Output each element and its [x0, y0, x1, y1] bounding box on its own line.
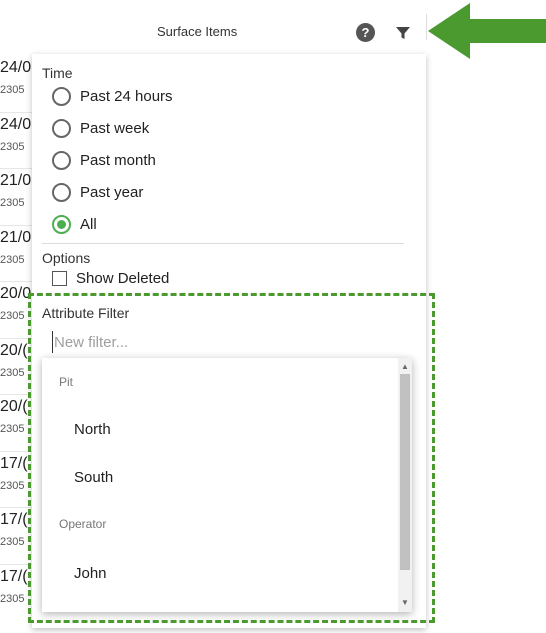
- radio-all[interactable]: All: [52, 212, 97, 236]
- attribute-filter-label: Attribute Filter: [42, 305, 130, 321]
- options-section-label: Options: [42, 250, 91, 266]
- attribute-filter-input[interactable]: [52, 331, 392, 353]
- page-title: Surface Items: [157, 24, 238, 39]
- help-circle-icon[interactable]: ?: [356, 23, 375, 42]
- filter-icon[interactable]: [395, 25, 411, 41]
- section-divider: [42, 243, 404, 244]
- radio-button[interactable]: [52, 150, 71, 170]
- scroll-thumb[interactable]: [400, 374, 410, 570]
- radio-button[interactable]: [52, 118, 71, 138]
- header: Surface Items ?: [0, 0, 428, 62]
- radio-past-week[interactable]: Past week: [52, 116, 149, 140]
- attribute-filter-dropdown: Pit North South Operator John ▲ ▼: [42, 358, 412, 612]
- radio-past-24-hours[interactable]: Past 24 hours: [52, 84, 173, 108]
- header-divider: [426, 14, 427, 40]
- scroll-up-icon[interactable]: ▲: [401, 362, 409, 371]
- show-deleted-checkbox[interactable]: [52, 271, 67, 286]
- time-section-label: Time: [42, 65, 73, 81]
- group-header-pit: Pit: [59, 375, 74, 389]
- option-south[interactable]: South: [74, 469, 113, 486]
- radio-past-year[interactable]: Past year: [52, 180, 143, 204]
- radio-button[interactable]: [52, 182, 71, 202]
- group-header-operator: Operator: [59, 517, 107, 531]
- arrow-left-icon: [428, 3, 546, 59]
- radio-button[interactable]: [52, 86, 71, 106]
- radio-past-month[interactable]: Past month: [52, 148, 156, 172]
- option-john[interactable]: John: [74, 565, 107, 582]
- dropdown-scrollbar[interactable]: ▲ ▼: [398, 358, 412, 612]
- attribute-filter-input-wrap: [52, 331, 392, 353]
- show-deleted-checkbox-row[interactable]: Show Deleted: [52, 270, 169, 287]
- scroll-down-icon[interactable]: ▼: [401, 598, 409, 607]
- option-north[interactable]: North: [74, 421, 111, 438]
- radio-button-checked[interactable]: [52, 214, 71, 234]
